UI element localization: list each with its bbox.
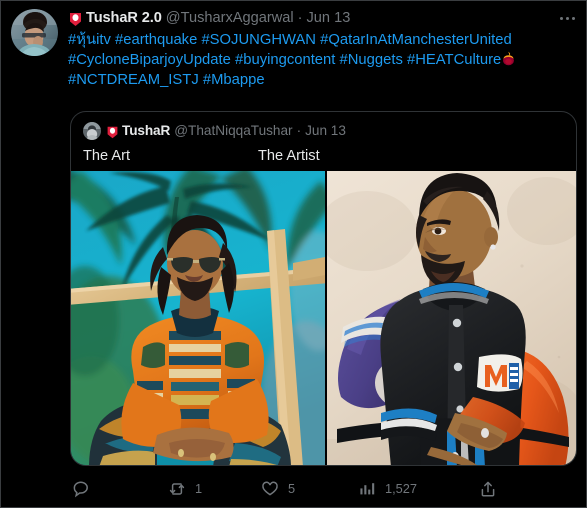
tweet-screenshot: TushaR 2.0 @TusharxAggarwal · Jun 13 #หุ… (0, 0, 587, 508)
reply-button[interactable] (72, 474, 99, 504)
pin-emoji (106, 126, 119, 139)
hashtag-link[interactable]: #NCTDREAM_ISTJ (68, 72, 199, 88)
quoted-timestamp[interactable]: Jun 13 (305, 122, 346, 140)
tweet-author-row: TushaR 2.0 @TusharxAggarwal · Jun 13 (68, 8, 576, 28)
author-handle[interactable]: @TusharxAggarwal (166, 9, 294, 28)
quoted-tweet-card[interactable]: TushaR @ThatNiqqaTushar · Jun 13 The Art… (70, 111, 577, 466)
quoted-tweet-text: The Art The Artist (71, 142, 576, 172)
heart-icon (261, 480, 279, 498)
tweet-body: TushaR 2.0 @TusharxAggarwal · Jun 13 #หุ… (59, 8, 578, 90)
author-avatar-column (11, 8, 59, 90)
tweet-action-bar: 1 5 1,527 (70, 474, 577, 504)
hashtag-link[interactable]: #Nuggets (340, 52, 403, 68)
hashtag-link[interactable]: #Mbappe (203, 72, 265, 88)
hashtag-link[interactable]: #buyingcontent (235, 52, 335, 68)
pin-emoji (68, 12, 83, 27)
views-button[interactable]: 1,527 (358, 474, 417, 504)
author-display-name[interactable]: TushaR 2.0 (86, 9, 162, 28)
photo-the-art[interactable] (71, 171, 325, 465)
heat-logo-emoji (501, 51, 516, 66)
hashtag-link[interactable]: #earthquake (115, 32, 197, 48)
share-button[interactable] (479, 474, 506, 504)
hashtag-link[interactable]: #QatarInAtManchesterUnited (320, 32, 512, 48)
quoted-separator-dot: · (296, 123, 302, 138)
hashtag-link[interactable]: #HEATCulture (407, 52, 501, 68)
views-count: 1,527 (385, 480, 418, 496)
tweet-container: TushaR 2.0 @TusharxAggarwal · Jun 13 #หุ… (1, 1, 586, 90)
quoted-media-grid (71, 171, 576, 465)
more-dots-icon (559, 16, 575, 20)
tweet-text: #หุ้นitv #earthquake #SOJUNGHWAN #QatarI… (68, 30, 576, 90)
like-count: 5 (288, 480, 296, 496)
quoted-text-the-art: The Art (83, 148, 131, 164)
analytics-icon (358, 480, 376, 498)
reply-icon (72, 480, 90, 498)
retweet-icon (168, 480, 186, 498)
photo-the-artist[interactable] (327, 171, 576, 465)
more-options-button[interactable] (554, 8, 580, 28)
hashtag-link[interactable]: #SOJUNGHWAN (201, 32, 316, 48)
author-avatar[interactable] (11, 9, 58, 56)
quoted-author-handle[interactable]: @ThatNiqqaTushar (174, 122, 292, 140)
tweet-timestamp[interactable]: Jun 13 (307, 9, 351, 28)
quoted-text-the-artist: The Artist (258, 148, 320, 164)
quoted-author-avatar[interactable] (83, 122, 101, 140)
quoted-author-row: TushaR @ThatNiqqaTushar · Jun 13 (71, 112, 576, 142)
retweet-button[interactable]: 1 (168, 474, 202, 504)
retweet-count: 1 (195, 480, 203, 496)
hashtag-link[interactable]: #CycloneBiparjoyUpdate (68, 52, 231, 68)
share-icon (479, 480, 497, 498)
separator-dot: · (297, 9, 303, 26)
like-button[interactable]: 5 (261, 474, 295, 504)
hashtag-link[interactable]: #หุ้นitv (68, 32, 111, 48)
quoted-author-display-name[interactable]: TushaR (122, 122, 170, 140)
